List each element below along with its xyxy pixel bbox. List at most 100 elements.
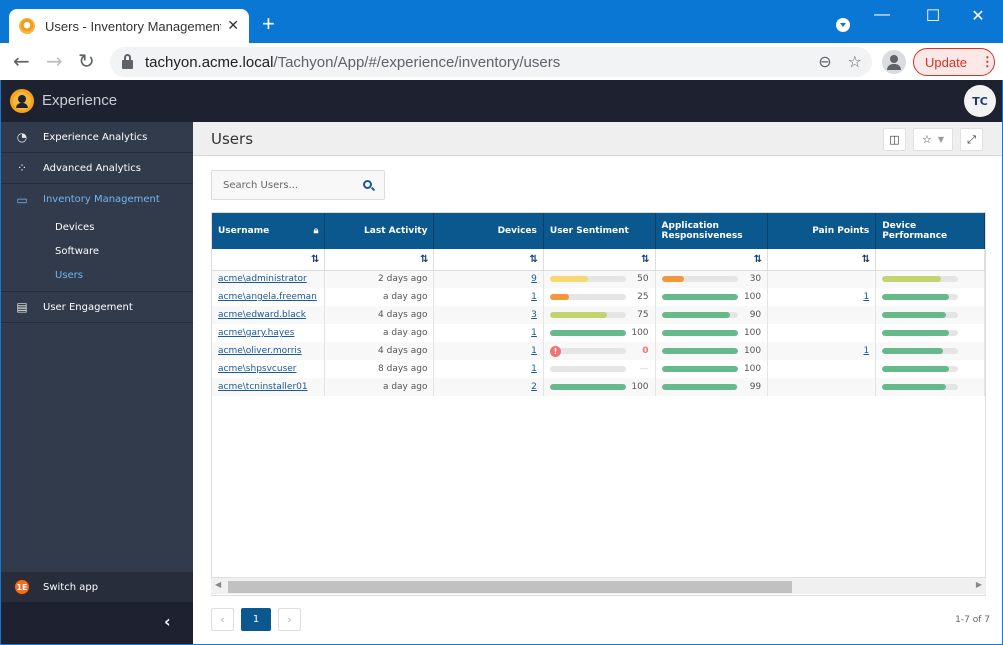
sort-icon[interactable]: ⇅ [655, 249, 769, 271]
column-header-pain-points[interactable]: Pain Points [767, 213, 877, 249]
app-responsiveness-cell: 100 [655, 324, 769, 342]
column-header-username[interactable]: Username 🔒︎ [212, 213, 326, 249]
column-header-device-performance[interactable]: Device Performance [875, 213, 985, 249]
devices-link[interactable]: 3 [531, 310, 537, 320]
back-button[interactable]: ← [13, 49, 30, 73]
sidebar-item-advanced-analytics[interactable]: ⁘ Advanced Analytics [1, 153, 193, 184]
collapse-chevron-left-icon[interactable]: ‹ [164, 612, 171, 631]
page-button-current[interactable]: 1 [241, 608, 271, 631]
devices-link[interactable]: 2 [531, 382, 537, 392]
column-header-user-sentiment[interactable]: User Sentiment [543, 213, 656, 249]
columns-button[interactable]: ◫ [883, 128, 906, 151]
scroll-right-arrow-icon[interactable]: ▶ [976, 580, 982, 589]
maximize-button[interactable]: ☐ [918, 6, 948, 26]
search-input[interactable] [223, 179, 353, 191]
scroll-left-arrow-icon[interactable]: ◀ [215, 580, 221, 589]
sort-icon[interactable]: ⇅ [212, 249, 326, 271]
pain-points-link[interactable]: 1 [863, 346, 869, 356]
fullscreen-button[interactable]: ⤢ [960, 128, 983, 151]
browser-toolbar: ← → ↻ tachyon.acme.local/Tachyon/App/#/e… [0, 43, 1003, 80]
devices-link[interactable]: 1 [531, 346, 537, 356]
new-tab-button[interactable]: + [262, 13, 275, 35]
username-link[interactable]: acme\shpsvcuser [218, 364, 297, 374]
minimize-button[interactable]: — [867, 6, 897, 24]
sort-icon[interactable]: ⇅ [543, 249, 656, 271]
app-responsiveness-bar-fill [661, 384, 737, 390]
pain-points-link[interactable]: 1 [863, 292, 869, 302]
last-activity-cell: a day ago [324, 378, 435, 396]
scrollbar-thumb[interactable] [228, 581, 792, 593]
sidebar-item-user-engagement[interactable]: ▤ User Engagement [1, 292, 193, 323]
sort-icon[interactable]: ⇅ [433, 249, 544, 271]
tab-search-icon[interactable] [836, 18, 850, 32]
next-page-button[interactable]: › [278, 608, 301, 631]
table-row: acme\administrator 2 days ago 9 50 30 [212, 270, 985, 288]
sort-icon[interactable]: ⇅ [767, 249, 877, 271]
column-header-last-activity[interactable]: Last Activity [324, 213, 435, 249]
devices-link[interactable]: 9 [531, 274, 537, 284]
bookmark-star-icon[interactable]: ☆ [848, 52, 862, 71]
prev-page-button[interactable]: ‹ [211, 608, 234, 631]
app-responsiveness-cell: 30 [655, 270, 769, 288]
app-responsiveness-value: 99 [749, 382, 762, 392]
user-sentiment-cell: — [543, 360, 656, 378]
column-header-application-responsiveness[interactable]: Application Responsiveness [655, 213, 769, 249]
speedometer-icon: ◔ [16, 130, 28, 144]
sidebar-item-experience-analytics[interactable]: ◔ Experience Analytics [1, 122, 193, 153]
device-performance-cell [875, 324, 985, 342]
sidebar-item-label: Advanced Analytics [43, 162, 141, 174]
sentiment-bar [549, 330, 626, 336]
sidebar-subitem-software[interactable]: Software [1, 239, 193, 263]
devices-link[interactable]: 1 [531, 364, 537, 374]
devices-cell: 1 [433, 342, 544, 360]
last-activity-cell: 8 days ago [324, 360, 435, 378]
forward-button[interactable]: → [46, 49, 63, 73]
main-content: Users ◫ ☆▼ ⤢ Username🔒︎ Last Activity De… [193, 122, 1002, 644]
pain-points-cell [767, 270, 877, 288]
username-link[interactable]: acme\tcninstaller01 [218, 382, 308, 392]
column-header-devices[interactable]: Devices [433, 213, 544, 249]
horizontal-scrollbar[interactable]: ◀ ▶ [211, 577, 986, 594]
sidebar-item-inventory-management[interactable]: ▭ Inventory Management [1, 184, 193, 215]
caret-down-icon[interactable]: ▼ [938, 135, 944, 144]
sidebar-subitem-devices[interactable]: Devices [1, 215, 193, 239]
users-table: Username 🔒︎ Last Activity Devices User Se… [212, 213, 985, 396]
browser-titlebar: Users - Inventory Management - ✕ + — ☐ ✕ [0, 0, 1003, 43]
user-avatar[interactable]: TC [964, 85, 996, 117]
pagination: ‹ 1 › [211, 608, 301, 631]
app-responsiveness-cell: 100 [655, 360, 769, 378]
app-responsiveness-cell: 99 [655, 378, 769, 396]
monitor-icon: ▭ [16, 192, 28, 207]
app-responsiveness-value: 30 [749, 274, 762, 285]
address-bar[interactable]: tachyon.acme.local/Tachyon/App/#/experie… [110, 47, 872, 77]
search-icon[interactable] [363, 180, 372, 189]
profile-avatar-icon[interactable] [882, 50, 906, 74]
username-link[interactable]: acme\edward.black [218, 310, 306, 320]
update-button[interactable]: Update ⋮ [913, 48, 995, 76]
device-performance-bar-fill [882, 312, 947, 318]
close-window-button[interactable]: ✕ [963, 6, 993, 26]
devices-link[interactable]: 1 [531, 328, 537, 338]
device-performance-cell [875, 378, 985, 396]
update-label: Update [925, 54, 967, 70]
username-link[interactable]: acme\angela.freeman [218, 292, 317, 302]
switch-app-button[interactable]: 1E Switch app [1, 572, 193, 602]
username-link[interactable]: acme\gary.hayes [218, 328, 294, 338]
last-activity-cell: a day ago [324, 288, 435, 306]
username-cell: acme\gary.hayes [212, 324, 326, 342]
sidebar-item-label: Experience Analytics [43, 131, 148, 143]
sort-icon[interactable]: ⇅ [324, 249, 435, 271]
devices-link[interactable]: 1 [531, 292, 537, 302]
username-link[interactable]: acme\oliver.morris [218, 346, 302, 356]
sidebar-subitem-users[interactable]: Users [1, 263, 193, 287]
sentiment-bar [549, 276, 626, 283]
search-users-field[interactable] [211, 170, 385, 200]
favorite-button[interactable]: ☆ ▼ [913, 128, 953, 151]
zoom-out-icon[interactable]: ⊖ [818, 52, 831, 71]
close-tab-icon[interactable]: ✕ [227, 18, 239, 34]
username-link[interactable]: acme\administrator [218, 274, 307, 284]
browser-tab[interactable]: Users - Inventory Management - ✕ [9, 9, 249, 43]
user-sentiment-cell: ! 0 [543, 342, 656, 360]
reload-button[interactable]: ↻ [78, 49, 95, 73]
alert-icon: ! [549, 346, 561, 357]
